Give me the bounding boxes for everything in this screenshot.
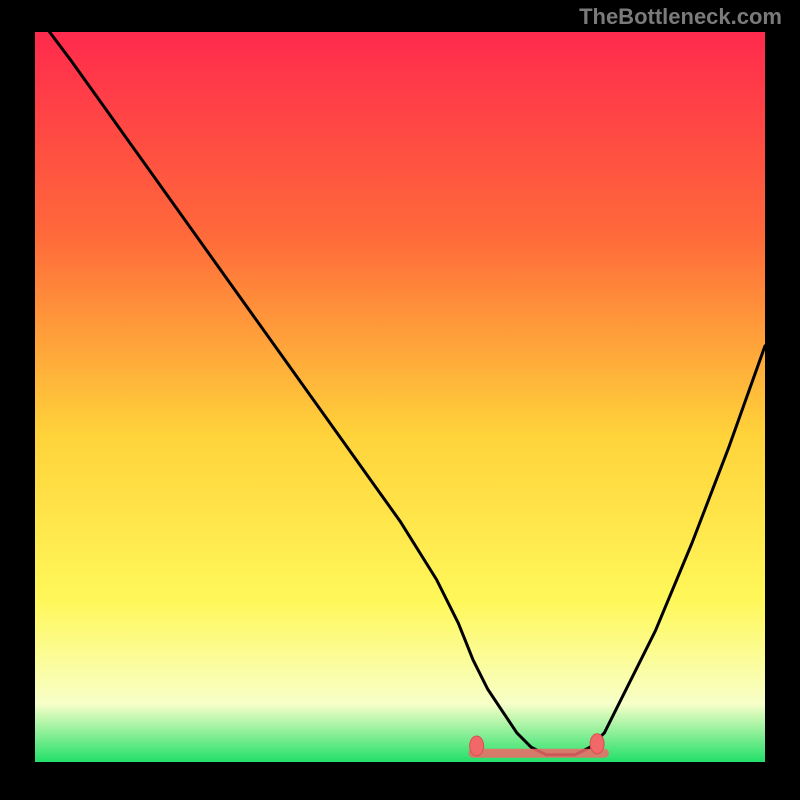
watermark-text: TheBottleneck.com bbox=[579, 4, 782, 30]
plot-background bbox=[35, 32, 765, 762]
marker-1 bbox=[590, 734, 604, 754]
marker-0 bbox=[470, 736, 484, 756]
chart-container: TheBottleneck.com bbox=[0, 0, 800, 800]
bottleneck-chart bbox=[0, 0, 800, 800]
